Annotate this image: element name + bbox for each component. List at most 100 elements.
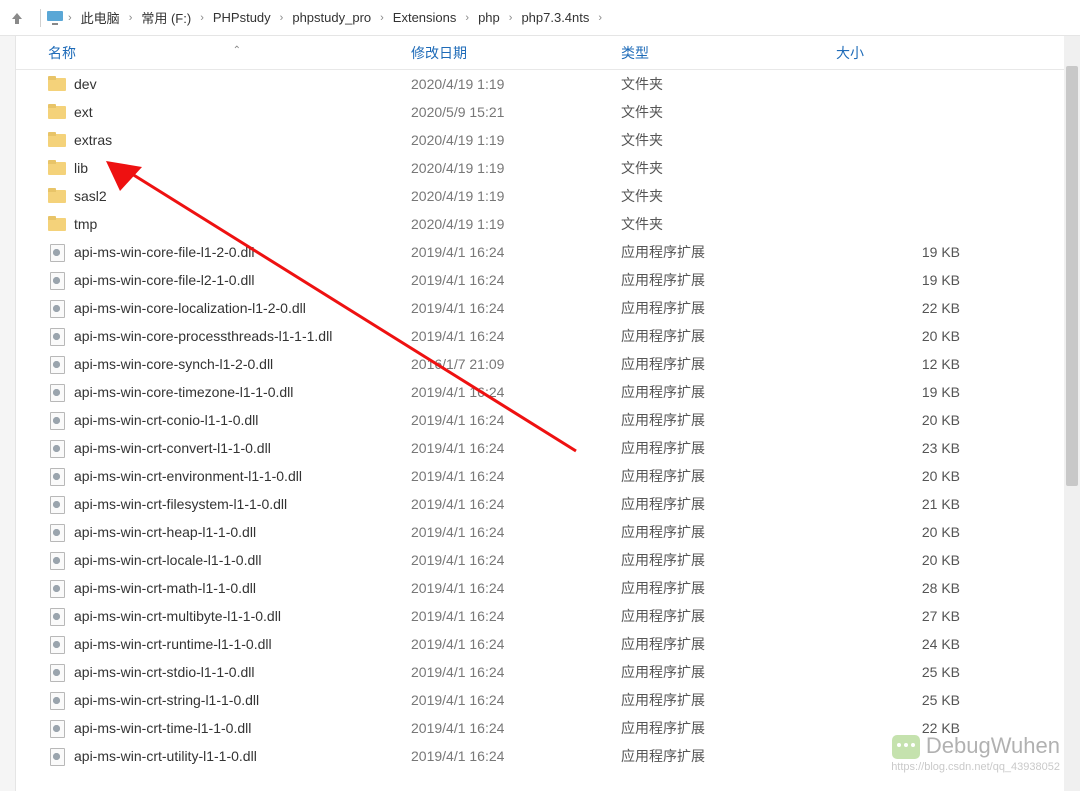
- file-row[interactable]: api-ms-win-core-synch-l1-2-0.dll2016/1/7…: [16, 350, 1080, 378]
- file-row[interactable]: lib2020/4/19 1:19文件夹: [16, 154, 1080, 182]
- file-date: 2019/4/1 16:24: [411, 636, 621, 652]
- file-row[interactable]: extras2020/4/19 1:19文件夹: [16, 126, 1080, 154]
- file-row[interactable]: api-ms-win-crt-math-l1-1-0.dll2019/4/1 1…: [16, 574, 1080, 602]
- chevron-right-icon[interactable]: ›: [126, 12, 136, 24]
- breadcrumb-item[interactable]: php7.3.4nts: [515, 4, 595, 32]
- folder-icon: [48, 216, 66, 232]
- vertical-scrollbar[interactable]: [1064, 36, 1080, 791]
- file-name: sasl2: [74, 188, 107, 204]
- file-name: api-ms-win-crt-filesystem-l1-1-0.dll: [74, 496, 287, 512]
- file-row[interactable]: tmp2020/4/19 1:19文件夹: [16, 210, 1080, 238]
- file-type: 文件夹: [621, 74, 836, 94]
- file-date: 2019/4/1 16:24: [411, 720, 621, 736]
- dll-file-icon: [48, 328, 66, 344]
- file-row[interactable]: api-ms-win-crt-utility-l1-1-0.dll2019/4/…: [16, 742, 1080, 770]
- breadcrumb-item[interactable]: php: [472, 4, 506, 32]
- file-name: extras: [74, 132, 112, 148]
- column-header-name-label: 名称: [48, 45, 76, 61]
- file-row[interactable]: api-ms-win-crt-time-l1-1-0.dll 2019/4/1 1…: [16, 714, 1080, 742]
- breadcrumb-item[interactable]: 此电脑: [75, 4, 126, 32]
- file-type: 文件夹: [621, 130, 836, 150]
- file-row[interactable]: api-ms-win-crt-multibyte-l1-1-0.dll2019/…: [16, 602, 1080, 630]
- file-row[interactable]: api-ms-win-core-timezone-l1-1-0.dll2019/…: [16, 378, 1080, 406]
- file-size: 28 KB: [836, 580, 1080, 596]
- file-name: api-ms-win-core-synch-l1-2-0.dll: [74, 356, 273, 372]
- file-size: 20 KB: [836, 412, 1080, 428]
- file-date: 2020/4/19 1:19: [411, 216, 621, 232]
- file-size: 24 KB: [836, 636, 1080, 652]
- breadcrumb-item[interactable]: PHPstudy: [207, 4, 277, 32]
- file-rows: dev2020/4/19 1:19文件夹ext2020/5/9 15:21文件夹…: [16, 70, 1080, 770]
- column-headers: 名称 ⌃ 修改日期 类型 大小: [16, 36, 1080, 70]
- file-size: 20 KB: [836, 552, 1080, 568]
- scrollbar-thumb[interactable]: [1066, 66, 1078, 486]
- breadcrumb-item[interactable]: 常用 (F:): [135, 4, 197, 32]
- dll-file-icon: [48, 440, 66, 456]
- sort-arrow-icon: ⌃: [233, 45, 241, 56]
- file-name: api-ms-win-crt-environment-l1-1-0.dll: [74, 468, 302, 484]
- breadcrumb-item[interactable]: Extensions: [387, 4, 463, 32]
- file-type: 应用程序扩展: [621, 522, 836, 542]
- dll-file-icon: [48, 608, 66, 624]
- chevron-right-icon[interactable]: ›: [197, 12, 207, 24]
- file-row[interactable]: dev2020/4/19 1:19文件夹: [16, 70, 1080, 98]
- file-row[interactable]: ext2020/5/9 15:21文件夹: [16, 98, 1080, 126]
- chevron-right-icon[interactable]: ›: [462, 12, 472, 24]
- file-name: api-ms-win-crt-time-l1-1-0.dll: [74, 720, 251, 736]
- file-size: 23 KB: [836, 440, 1080, 456]
- file-row[interactable]: api-ms-win-crt-string-l1-1-0.dll2019/4/1…: [16, 686, 1080, 714]
- column-header-name[interactable]: 名称 ⌃: [16, 43, 411, 63]
- file-size: 25 KB: [836, 692, 1080, 708]
- file-type: 应用程序扩展: [621, 410, 836, 430]
- dll-file-icon: [48, 468, 66, 484]
- file-row[interactable]: api-ms-win-core-localization-l1-2-0.dll2…: [16, 294, 1080, 322]
- file-row[interactable]: api-ms-win-crt-heap-l1-1-0.dll2019/4/1 1…: [16, 518, 1080, 546]
- file-row[interactable]: api-ms-win-crt-locale-l1-1-0.dll2019/4/1…: [16, 546, 1080, 574]
- file-row[interactable]: api-ms-win-crt-conio-l1-1-0.dll2019/4/1 …: [16, 406, 1080, 434]
- file-row[interactable]: api-ms-win-crt-filesystem-l1-1-0.dll 2019…: [16, 490, 1080, 518]
- file-row[interactable]: api-ms-win-core-processthreads-l1-1-1.dl…: [16, 322, 1080, 350]
- file-type: 应用程序扩展: [621, 662, 836, 682]
- file-row[interactable]: api-ms-win-crt-stdio-l1-1-0.dll 2019/4/1 …: [16, 658, 1080, 686]
- column-header-date[interactable]: 修改日期: [411, 43, 621, 63]
- file-size: 19 KB: [836, 272, 1080, 288]
- file-row[interactable]: api-ms-win-core-file-l1-2-0.dll2019/4/1 …: [16, 238, 1080, 266]
- dll-file-icon: [48, 636, 66, 652]
- file-type: 应用程序扩展: [621, 466, 836, 486]
- up-button[interactable]: [8, 9, 26, 27]
- file-date: 2019/4/1 16:24: [411, 748, 621, 764]
- dll-file-icon: [48, 496, 66, 512]
- file-type: 应用程序扩展: [621, 578, 836, 598]
- file-row[interactable]: api-ms-win-core-file-l2-1-0.dll2019/4/1 …: [16, 266, 1080, 294]
- dll-file-icon: [48, 580, 66, 596]
- folder-icon: [48, 104, 66, 120]
- chevron-right-icon[interactable]: ›: [377, 12, 387, 24]
- folder-icon: [48, 76, 66, 92]
- file-date: 2019/4/1 16:24: [411, 496, 621, 512]
- address-bar[interactable]: › 此电脑 › 常用 (F:) › PHPstudy › phpstudy_pr…: [0, 0, 1080, 36]
- file-row[interactable]: api-ms-win-crt-convert-l1-1-0.dll2019/4/…: [16, 434, 1080, 462]
- file-name: api-ms-win-crt-heap-l1-1-0.dll: [74, 524, 256, 540]
- file-size: 22 KB: [836, 300, 1080, 316]
- file-row[interactable]: api-ms-win-crt-environment-l1-1-0.dll201…: [16, 462, 1080, 490]
- folder-icon: [48, 160, 66, 176]
- dll-file-icon: [48, 692, 66, 708]
- file-name: api-ms-win-crt-stdio-l1-1-0.dll: [74, 664, 254, 680]
- file-row[interactable]: sasl22020/4/19 1:19文件夹: [16, 182, 1080, 210]
- column-header-size[interactable]: 大小: [836, 43, 1080, 63]
- file-list-pane: 名称 ⌃ 修改日期 类型 大小 dev2020/4/19 1:19文件夹ext2…: [16, 36, 1080, 791]
- file-date: 2019/4/1 16:24: [411, 664, 621, 680]
- chevron-right-icon[interactable]: ›: [595, 12, 605, 24]
- chevron-right-icon[interactable]: ›: [506, 12, 516, 24]
- file-name: api-ms-win-crt-convert-l1-1-0.dll: [74, 440, 271, 456]
- column-header-type[interactable]: 类型: [621, 43, 836, 63]
- dll-file-icon: [48, 552, 66, 568]
- file-type: 文件夹: [621, 214, 836, 234]
- file-row[interactable]: api-ms-win-crt-runtime-l1-1-0.dll2019/4/…: [16, 630, 1080, 658]
- nav-pane[interactable]: [0, 36, 16, 791]
- chevron-right-icon[interactable]: ›: [277, 12, 287, 24]
- breadcrumb-item[interactable]: phpstudy_pro: [286, 4, 377, 32]
- file-name: api-ms-win-crt-string-l1-1-0.dll: [74, 692, 259, 708]
- file-type: 应用程序扩展: [621, 354, 836, 374]
- chevron-right-icon[interactable]: ›: [65, 12, 75, 24]
